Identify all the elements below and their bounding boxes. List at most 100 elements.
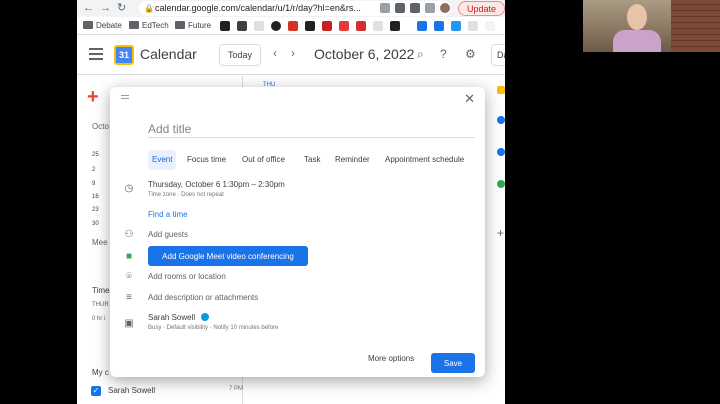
calendar-icon: ▣ (124, 318, 134, 329)
brick-wall-background (671, 0, 720, 52)
tasks-icon[interactable] (497, 116, 505, 124)
description-field[interactable]: Add description or attachments (148, 293, 258, 302)
add-meet-button[interactable]: Add Google Meet video conferencing (148, 246, 308, 266)
person-shirt (613, 30, 661, 52)
bookmark-icon[interactable] (288, 21, 298, 31)
bookmark-icon[interactable] (271, 21, 281, 31)
update-button[interactable]: Update (457, 1, 505, 16)
person-face (627, 4, 647, 30)
description-icon: ≡ (126, 292, 132, 303)
people-icon: ⚇ (124, 229, 134, 240)
search-icon[interactable]: ⌕ (417, 47, 424, 62)
contacts-icon[interactable] (497, 148, 505, 156)
calendar-header: 31 Calendar Today ‹ › October 6, 2022 ⌕ … (77, 35, 505, 75)
date-time-selector[interactable]: Thursday, October 6 1:30pm – 2:30pm (148, 180, 285, 189)
owner-name: Sarah Sowell (148, 313, 196, 322)
week-number: 23 (92, 207, 99, 213)
add-guests-field[interactable]: Add guests (148, 230, 188, 239)
folder-icon (83, 21, 93, 29)
tab-appointment-schedule[interactable]: Appointment schedule (381, 150, 468, 170)
bookmark-icon[interactable] (417, 21, 427, 31)
create-plus-icon[interactable]: + (87, 86, 99, 109)
share-icon[interactable] (380, 3, 390, 13)
calendar-logo-icon: 31 (114, 45, 134, 65)
checkbox-checked-icon[interactable]: ✓ (91, 386, 101, 396)
time-insights-label: Time (92, 286, 110, 295)
tab-focus-time[interactable]: Focus time (183, 150, 230, 170)
bookmark-icon[interactable] (254, 21, 264, 31)
maps-icon[interactable] (497, 180, 505, 188)
hours-label: 0 hr i (92, 316, 106, 322)
hamburger-menu-icon[interactable] (89, 48, 103, 60)
tab-reminder[interactable]: Reminder (331, 150, 374, 170)
my-calendars-label: My c (92, 368, 109, 377)
calendar-color-dot (201, 313, 210, 321)
week-number: 30 (92, 221, 99, 227)
bookmark-future[interactable]: Future (175, 20, 211, 32)
chevron-left-icon[interactable]: ‹ (273, 46, 277, 60)
bookmark-icon[interactable] (390, 21, 400, 31)
app-title: Calendar (140, 46, 197, 62)
bookmark-icon[interactable] (339, 21, 349, 31)
drag-handle-icon[interactable] (121, 95, 129, 101)
tab-task[interactable]: Task (300, 150, 324, 170)
chevron-right-icon[interactable]: › (291, 46, 295, 60)
add-addon-icon[interactable]: + (497, 226, 504, 240)
bookmark-debate[interactable]: Debate (83, 20, 122, 32)
bookmark-icon[interactable] (237, 21, 247, 31)
google-meet-icon: ■ (125, 251, 133, 262)
tab-out-of-office[interactable]: Out of office (238, 150, 289, 170)
title-input[interactable] (148, 120, 475, 138)
availability-line[interactable]: Busy · Default visibility · Notify 10 mi… (148, 325, 278, 331)
bookmarks-bar: Debate EdTech Future (77, 17, 505, 35)
webcam-video-tile (583, 0, 720, 52)
bookmark-icon[interactable] (305, 21, 315, 31)
close-icon[interactable]: ✕ (464, 91, 475, 107)
reload-icon[interactable]: ↻ (117, 1, 126, 15)
timezone-repeat-line[interactable]: Time zone · Does not repeat (148, 192, 224, 198)
mini-month-label: Octo (92, 122, 109, 131)
week-number: 9 (92, 181, 96, 187)
star-icon[interactable] (434, 21, 444, 31)
event-quick-create-dialog: ✕ Event Focus time Out of office Task Re… (110, 87, 485, 377)
url-text: calendar.google.com/calendar/u/1/r/day?h… (155, 3, 361, 13)
gear-icon[interactable]: ⚙ (465, 47, 476, 61)
thursday-label: THUR (92, 302, 109, 308)
find-a-time-link[interactable]: Find a time (148, 210, 188, 219)
week-number: 2 (92, 167, 96, 173)
clock-icon: ◷ (124, 183, 134, 194)
screen: ← → ↻ 🔒 calendar.google.com/calendar/u/1… (0, 0, 720, 404)
bookmark-edtech[interactable]: EdTech (129, 20, 169, 32)
bookmark-icon[interactable] (485, 21, 495, 31)
week-number: 25 (92, 152, 99, 158)
week-number: 16 (92, 194, 99, 200)
bookmark-icon[interactable] (468, 21, 478, 31)
bookmark-icon[interactable] (356, 21, 366, 31)
more-options-button[interactable]: More options (368, 354, 414, 363)
save-button[interactable]: Save (431, 353, 475, 373)
left-sidebar: + Octo 25 2 9 16 23 30 Mee Time THUR 0 h… (77, 76, 111, 404)
forward-arrow-icon[interactable]: → (100, 1, 111, 15)
puzzle-icon[interactable] (410, 3, 420, 13)
tab-event[interactable]: Event (148, 150, 177, 170)
help-icon[interactable]: ? (440, 47, 447, 61)
view-switcher-button[interactable]: Da (491, 44, 505, 66)
lock-icon: 🔒 (144, 4, 154, 13)
folder-icon (175, 21, 185, 29)
meet-label: Mee (92, 238, 108, 247)
keep-icon[interactable] (497, 86, 505, 94)
today-button[interactable]: Today (219, 44, 262, 66)
bookmark-nyt-icon[interactable] (220, 21, 230, 31)
folder-icon (129, 21, 139, 29)
back-arrow-icon[interactable]: ← (83, 1, 94, 15)
bookmark-icon[interactable] (451, 21, 461, 31)
calendar-list-item[interactable]: ✓ Sarah Sowell (91, 384, 251, 398)
bookmark-icon[interactable] (322, 21, 332, 31)
sidebar-icon[interactable] (425, 3, 435, 13)
location-pin-icon: ⌾ (126, 271, 132, 282)
bookmark-icon[interactable] (373, 21, 383, 31)
profile-avatar-icon[interactable] (440, 3, 450, 13)
calendar-owner-selector[interactable]: Sarah Sowell (148, 313, 210, 322)
extension-icon[interactable] (395, 3, 405, 13)
rooms-location-field[interactable]: Add rooms or location (148, 272, 226, 281)
